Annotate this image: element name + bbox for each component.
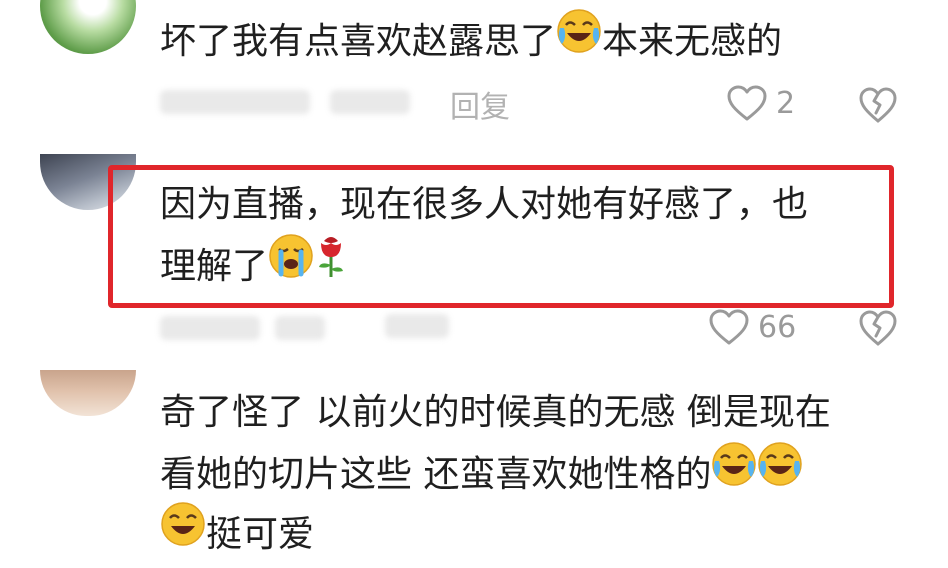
- laughing-crying-emoji-icon: [757, 441, 803, 505]
- comment-text-part: 坏了我有点喜欢赵露思了: [160, 21, 557, 62]
- heart-icon: [709, 309, 749, 345]
- laughing-crying-emoji-icon: [711, 441, 757, 505]
- reply-button[interactable]: 回复: [450, 82, 510, 126]
- comment-text-line: 挺可爱: [160, 501, 315, 568]
- dislike-button[interactable]: [858, 309, 898, 351]
- comment-text: 坏了我有点喜欢赵露思了 本来无感的: [160, 8, 783, 75]
- comment-location: [275, 316, 325, 340]
- comment-timestamp: [160, 90, 310, 114]
- laughing-crying-emoji-icon: [556, 8, 602, 72]
- comment-timestamp: [160, 316, 260, 340]
- laughing-crying-emoji-icon: [160, 501, 206, 565]
- comment-text-part: 本来无感的: [602, 21, 783, 62]
- comment-text-line: 奇了怪了 以前火的时候真的无感 倒是现在: [160, 392, 831, 433]
- highlight-box: [108, 165, 894, 308]
- heart-icon: [727, 85, 767, 121]
- comment-location: [330, 90, 410, 114]
- dislike-button[interactable]: [858, 86, 898, 128]
- broken-heart-icon: [859, 310, 897, 346]
- like-count: 2: [776, 85, 796, 121]
- comment-text-line: 看她的切片这些 还蛮喜欢她性格的: [160, 441, 803, 508]
- like-button[interactable]: 2: [726, 84, 795, 122]
- like-button[interactable]: 66: [708, 308, 796, 346]
- comment-text-part: 看她的切片这些 还蛮喜欢她性格的: [160, 454, 712, 495]
- broken-heart-icon: [859, 87, 897, 123]
- like-count: 66: [758, 309, 797, 345]
- comment-text-part: 挺可爱: [206, 514, 315, 555]
- reply-button[interactable]: [385, 314, 449, 338]
- avatar[interactable]: [40, 370, 136, 416]
- avatar[interactable]: [40, 0, 136, 54]
